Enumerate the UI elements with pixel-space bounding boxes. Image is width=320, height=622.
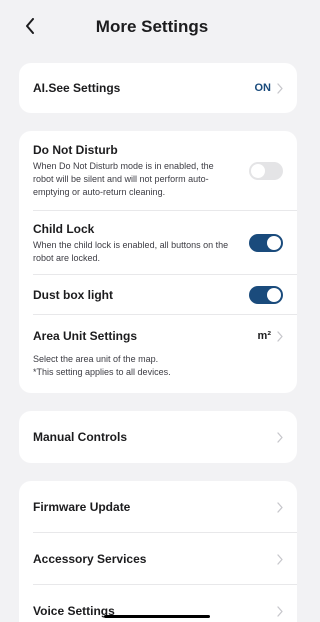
chevron-right-icon xyxy=(277,82,283,94)
chevron-right-icon xyxy=(277,605,283,617)
manual-controls-row[interactable]: Manual Controls xyxy=(19,411,297,463)
do-not-disturb-toggle[interactable] xyxy=(249,162,283,180)
area-unit-note: *This setting applies to all devices. xyxy=(33,367,171,377)
header: More Settings xyxy=(0,0,304,56)
home-indicator[interactable] xyxy=(104,615,210,618)
ai-see-value-group: ON xyxy=(255,82,284,94)
area-unit-settings-row[interactable]: Area Unit Settings m² Select the area un… xyxy=(19,315,297,393)
area-unit-header: Area Unit Settings m² xyxy=(33,329,283,343)
dust-box-light-label: Dust box light xyxy=(33,288,113,302)
do-not-disturb-row: Do Not Disturb When Do Not Disturb mode … xyxy=(19,131,297,211)
manual-controls-label: Manual Controls xyxy=(33,430,128,444)
child-lock-text: Child Lock When the child lock is enable… xyxy=(33,222,249,265)
device-info-card: Firmware Update Accessory Services Voice… xyxy=(19,481,297,622)
page-title: More Settings xyxy=(95,17,209,36)
firmware-update-row[interactable]: Firmware Update xyxy=(19,481,297,533)
do-not-disturb-label: Do Not Disturb xyxy=(33,143,118,157)
child-lock-label: Child Lock xyxy=(33,221,95,236)
chevron-right-icon xyxy=(277,431,283,443)
toggle-knob xyxy=(251,164,265,178)
dust-box-light-toggle[interactable] xyxy=(249,286,283,304)
chevron-right-icon xyxy=(277,553,283,565)
device-settings-card: Do Not Disturb When Do Not Disturb mode … xyxy=(19,131,297,393)
chevron-right-icon xyxy=(277,330,283,342)
toggle-knob xyxy=(267,288,281,302)
child-lock-toggle[interactable] xyxy=(249,234,283,252)
child-lock-description: When the child lock is enabled, all butt… xyxy=(33,239,229,263)
area-unit-value-group: m² xyxy=(258,330,283,342)
accessory-services-row[interactable]: Accessory Services xyxy=(19,533,297,585)
voice-settings-label: Voice Settings xyxy=(33,604,115,618)
manual-controls-card: Manual Controls xyxy=(19,411,297,463)
accessory-services-label: Accessory Services xyxy=(33,552,147,566)
ai-see-card: AI.See Settings ON xyxy=(19,63,297,113)
child-lock-row: Child Lock When the child lock is enable… xyxy=(19,211,297,275)
firmware-update-label: Firmware Update xyxy=(33,500,131,514)
more-settings-screen: More Settings AI.See Settings ON Do Not … xyxy=(0,0,304,622)
area-unit-label: Area Unit Settings xyxy=(33,329,138,343)
ai-see-status-value: ON xyxy=(254,82,272,94)
area-unit-value: m² xyxy=(257,330,271,342)
do-not-disturb-description: When Do Not Disturb mode is in enabled, … xyxy=(33,161,214,197)
toggle-knob xyxy=(267,236,281,250)
dust-box-light-row: Dust box light xyxy=(19,275,297,315)
area-unit-description: Select the area unit of the map. xyxy=(33,354,159,364)
ai-see-settings-label: AI.See Settings xyxy=(33,81,121,95)
ai-see-settings-row[interactable]: AI.See Settings ON xyxy=(19,63,297,113)
chevron-right-icon xyxy=(277,501,283,513)
do-not-disturb-text: Do Not Disturb When Do Not Disturb mode … xyxy=(33,143,249,199)
